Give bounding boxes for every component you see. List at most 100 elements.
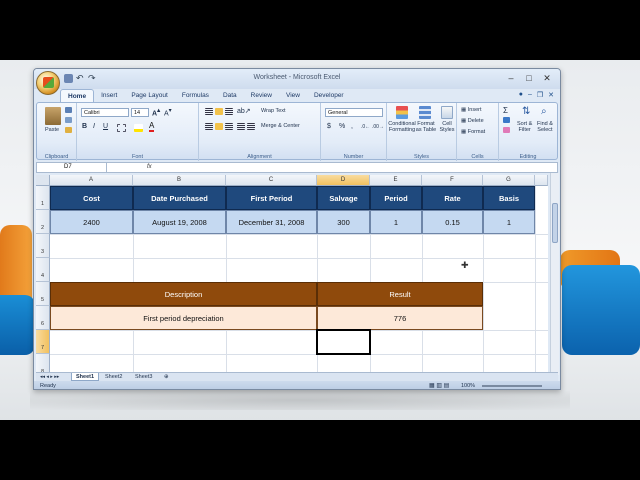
active-cell-selection[interactable] [316,329,371,355]
shrink-font-icon[interactable]: A▾ [164,108,172,117]
column-header-a[interactable]: A [50,175,133,186]
align-top-icon[interactable] [205,108,213,115]
paste-icon[interactable] [45,107,61,125]
tab-home[interactable]: Home [60,89,95,103]
column-header-h[interactable] [535,175,548,186]
sort-filter-icon[interactable]: ⇅ [522,106,530,117]
name-box[interactable]: D7 [37,163,107,172]
value-cell-rate[interactable]: 0.15 [422,210,483,234]
value-cell-date-purchased[interactable]: August 19, 2008 [133,210,226,234]
format-painter-icon[interactable] [65,127,72,133]
find-select-button[interactable]: Find & Select [537,121,553,133]
align-middle-icon[interactable] [215,108,223,115]
row-header-5[interactable]: 5 [36,282,50,306]
align-bottom-icon[interactable] [225,108,233,115]
align-right-icon[interactable] [225,123,233,130]
cell-styles-icon[interactable] [441,106,453,119]
insert-sheet-icon[interactable]: ⊕ [160,373,173,381]
header-cell-salvage[interactable]: Salvage [317,186,370,210]
sheet-tab-sheet1[interactable]: Sheet1 [71,373,100,381]
value-cell-basis[interactable]: 1 [483,210,535,234]
ribbon-minimize-icon[interactable]: – [528,91,532,99]
tab-page-layout[interactable]: Page Layout [124,89,175,103]
header-cell-cost[interactable]: Cost [50,186,133,210]
format-cells-button[interactable]: ▦ Format [461,129,485,135]
number-format-select[interactable]: General [325,108,383,117]
increase-indent-icon[interactable] [247,123,255,130]
row-header-4[interactable]: 4 [36,258,50,282]
close-button[interactable]: ✕ [538,72,556,84]
font-color-icon[interactable]: A [149,122,155,132]
font-name-select[interactable]: Calibri [81,108,129,117]
row-header-8[interactable]: 8 [36,354,50,372]
bold-button[interactable]: B [82,123,87,130]
column-header-d[interactable]: D [317,175,370,186]
font-size-select[interactable]: 14 [131,108,149,117]
sheet-tab-sheet3[interactable]: Sheet3 [131,373,156,381]
copy-icon[interactable] [65,117,72,123]
sort-filter-button[interactable]: Sort & Filter [517,121,532,133]
comma-format-button[interactable]: , [351,123,353,130]
value-cell-cost[interactable]: 2400 [50,210,133,234]
column-header-e[interactable]: E [370,175,422,186]
cut-icon[interactable] [65,107,72,113]
row-header-2[interactable]: 2 [36,210,50,234]
fill-icon[interactable] [503,117,510,123]
value-cell-first-period[interactable]: December 31, 2008 [226,210,317,234]
office-button[interactable] [36,71,60,95]
header-cell-rate[interactable]: Rate [422,186,483,210]
tab-formulas[interactable]: Formulas [175,89,216,103]
clear-icon[interactable] [503,127,510,133]
delete-cells-button[interactable]: ▦ Delete [461,118,484,124]
align-center-icon[interactable] [215,123,223,130]
ribbon-restore-icon[interactable]: ❐ [537,91,543,99]
borders-icon[interactable] [117,124,126,132]
sheet-nav-arrows-icon[interactable]: ◂◂ ◂ ▸ ▸▸ [40,374,59,380]
underline-button[interactable]: U [103,123,108,130]
view-buttons-icon[interactable]: ▦ ▥ ▤ [429,381,449,389]
grow-font-icon[interactable]: A▴ [152,108,160,117]
tab-data[interactable]: Data [216,89,244,103]
row-header-7[interactable]: 7 [36,330,50,354]
tab-developer[interactable]: Developer [307,89,351,103]
value-cell-description[interactable]: First period depreciation [50,306,317,330]
header-cell-date-purchased[interactable]: Date Purchased [133,186,226,210]
tab-insert[interactable]: Insert [94,89,124,103]
header-cell-result[interactable]: Result [317,282,483,306]
wrap-text-button[interactable]: Wrap Text [261,108,286,114]
increase-decimal-icon[interactable]: .0← [361,124,370,130]
maximize-button[interactable]: □ [520,72,538,84]
value-cell-period[interactable]: 1 [370,210,422,234]
align-left-icon[interactable] [205,123,213,130]
conditional-formatting-icon[interactable] [396,106,408,119]
decrease-indent-icon[interactable] [237,123,245,130]
row-header-6[interactable]: 6 [36,306,50,330]
percent-format-button[interactable]: % [339,123,345,130]
column-header-f[interactable]: F [422,175,483,186]
tab-view[interactable]: View [279,89,307,103]
value-cell-salvage[interactable]: 300 [317,210,370,234]
select-all-corner[interactable] [36,175,50,186]
paste-button[interactable]: Paste [45,127,59,133]
format-as-table-icon[interactable] [419,106,431,119]
insert-function-icon[interactable]: fx [147,163,152,172]
minimize-button[interactable]: – [502,72,520,84]
worksheet-grid[interactable]: A B C D E F G 1 2 3 4 5 6 7 8 Cost Date … [36,175,548,372]
sheet-tab-sheet2[interactable]: Sheet2 [101,373,126,381]
row-header-3[interactable]: 3 [36,234,50,258]
currency-format-button[interactable]: $ [327,123,331,130]
autosum-icon[interactable]: Σ [503,106,508,115]
italic-button[interactable]: I [93,123,95,130]
merge-center-button[interactable]: Merge & Center [261,123,300,129]
zoom-level[interactable]: 100% [461,381,475,389]
header-cell-basis[interactable]: Basis [483,186,535,210]
value-cell-result[interactable]: 776 [317,306,483,330]
column-header-c[interactable]: C [226,175,317,186]
tab-review[interactable]: Review [244,89,279,103]
scrollbar-thumb[interactable] [552,203,558,243]
header-cell-first-period[interactable]: First Period [226,186,317,210]
header-cell-period[interactable]: Period [370,186,422,210]
vertical-scrollbar[interactable] [550,173,559,375]
orientation-icon[interactable]: ab↗ [237,107,251,115]
column-header-b[interactable]: B [133,175,226,186]
